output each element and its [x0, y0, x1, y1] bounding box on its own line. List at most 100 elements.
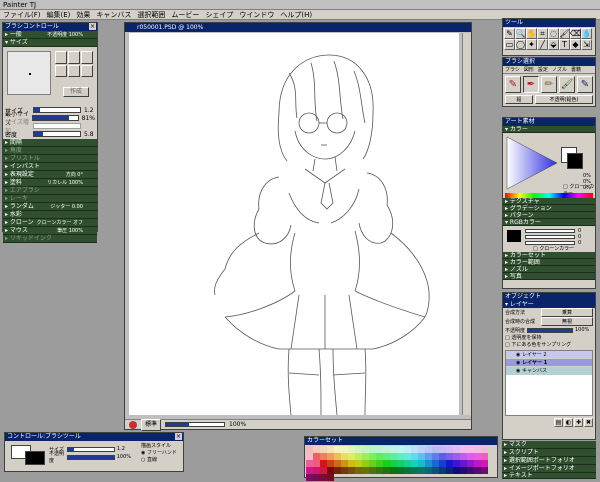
- color-swatch[interactable]: [313, 453, 320, 460]
- color-swatch[interactable]: [341, 460, 348, 467]
- straight-radio[interactable]: ○ 直線: [141, 457, 177, 464]
- layer-item-selected[interactable]: ◉ レイヤー 1: [506, 359, 592, 367]
- color-swatch[interactable]: [467, 446, 474, 453]
- color-swatch[interactable]: [320, 446, 327, 453]
- ctrl-size-slider[interactable]: [67, 446, 115, 452]
- tab-settings[interactable]: 設定: [536, 66, 550, 73]
- color-swatch[interactable]: [467, 460, 474, 467]
- color-swatch[interactable]: [453, 446, 460, 453]
- brush-group[interactable]: ▸ マウス 筆圧 100%: [3, 227, 97, 235]
- color-swatch[interactable]: [313, 460, 320, 467]
- color-swatch[interactable]: [425, 453, 432, 460]
- color-swatch[interactable]: [383, 453, 390, 460]
- color-swatch[interactable]: [348, 453, 355, 460]
- color-swatch[interactable]: [362, 467, 369, 474]
- dab-type-button[interactable]: [55, 64, 67, 77]
- brush-group[interactable]: ▸ 角度: [3, 147, 97, 155]
- color-swatch[interactable]: [425, 467, 432, 474]
- color-swatch[interactable]: [432, 446, 439, 453]
- size-slider[interactable]: [33, 107, 81, 113]
- color-swatch[interactable]: [474, 453, 481, 460]
- view-mode-button[interactable]: 標準: [141, 418, 162, 431]
- section-texture[interactable]: ▸ テクスチャ: [503, 198, 595, 205]
- brush-group[interactable]: ▸ レーキ: [3, 195, 97, 203]
- color-swatch[interactable]: [390, 453, 397, 460]
- color-swatch[interactable]: [362, 460, 369, 467]
- section-color[interactable]: ▾ カラー: [503, 126, 595, 133]
- brush-group[interactable]: ▸ ブリストル: [3, 155, 97, 163]
- dab-type-button[interactable]: [55, 51, 67, 64]
- color-swatch[interactable]: [376, 446, 383, 453]
- composite-depth-select[interactable]: 無視: [541, 317, 593, 326]
- panel-mask[interactable]: ▸ マスク: [502, 441, 596, 449]
- color-swatch[interactable]: [313, 446, 320, 453]
- brush-icon[interactable]: 🖌: [559, 28, 570, 39]
- dab-type-button[interactable]: [68, 64, 80, 77]
- color-swatch[interactable]: [348, 460, 355, 467]
- preserve-transparency-check[interactable]: □ 透明度を保持: [505, 334, 593, 341]
- color-swatch[interactable]: [362, 446, 369, 453]
- layer-item[interactable]: ◉ レイヤー 2: [506, 351, 592, 359]
- brush-category-select[interactable]: 鉛: [505, 95, 533, 104]
- brush-group[interactable]: ▸ 表現設定 方向 0°: [3, 171, 97, 179]
- color-swatch[interactable]: [383, 460, 390, 467]
- dab-type-button[interactable]: [68, 51, 80, 64]
- color-swatch[interactable]: [397, 467, 404, 474]
- color-swatch[interactable]: [411, 460, 418, 467]
- hue-triangle[interactable]: [505, 135, 559, 191]
- color-swatch[interactable]: [334, 460, 341, 467]
- color-swatch[interactable]: [425, 460, 432, 467]
- transform-icon[interactable]: ⇲: [581, 39, 592, 50]
- color-swatch[interactable]: [446, 453, 453, 460]
- magnifier-icon[interactable]: 🔍: [515, 28, 526, 39]
- color-swatch[interactable]: [334, 453, 341, 460]
- layer-opacity-slider[interactable]: [527, 327, 573, 333]
- colorset-title[interactable]: カラーセット: [305, 437, 497, 445]
- color-swatch[interactable]: [397, 460, 404, 467]
- rgb-clone-color-check[interactable]: □ クローンカラー: [533, 245, 574, 252]
- section-rgb[interactable]: ▾ RGBカラー: [503, 219, 595, 226]
- color-swatch[interactable]: [418, 446, 425, 453]
- r-slider[interactable]: [525, 229, 575, 233]
- color-swatch[interactable]: [411, 467, 418, 474]
- color-swatch[interactable]: [467, 467, 474, 474]
- color-swatch[interactable]: [481, 467, 488, 474]
- color-swatch[interactable]: [404, 446, 411, 453]
- tab-nozzle[interactable]: ノズル: [550, 66, 569, 73]
- color-swatch[interactable]: [474, 467, 481, 474]
- color-swatch[interactable]: [411, 446, 418, 453]
- color-swatch[interactable]: [397, 446, 404, 453]
- color-swatch[interactable]: [446, 460, 453, 467]
- color-swatch[interactable]: [460, 467, 467, 474]
- magic-wand-icon[interactable]: ✦: [526, 39, 537, 50]
- density-slider[interactable]: [33, 131, 81, 137]
- min-size-slider[interactable]: [32, 115, 79, 121]
- menu-shapes[interactable]: シェイプ: [202, 10, 236, 19]
- color-swatch[interactable]: [376, 467, 383, 474]
- color-swatch[interactable]: [460, 446, 467, 453]
- panel-selection-portfolio[interactable]: ▸ 選択範囲ポートフォリオ: [502, 457, 596, 465]
- color-swatch[interactable]: [320, 467, 327, 474]
- oval-select-icon[interactable]: ◯: [515, 39, 526, 50]
- section-image[interactable]: ▸ 写真: [503, 273, 595, 280]
- color-swatch[interactable]: [481, 460, 488, 467]
- color-swatch[interactable]: [460, 453, 467, 460]
- color-swatch[interactable]: [390, 446, 397, 453]
- close-icon[interactable]: ×: [89, 23, 96, 30]
- size-step-slider[interactable]: [33, 123, 81, 129]
- brush-group[interactable]: ▸ インパスト: [3, 163, 97, 171]
- color-swatch[interactable]: [369, 460, 376, 467]
- eraser-icon[interactable]: ⌫: [570, 28, 581, 39]
- color-swatch[interactable]: [439, 446, 446, 453]
- dropper-icon[interactable]: 💧: [581, 28, 592, 39]
- drawing-canvas[interactable]: [129, 33, 459, 416]
- document-titlebar[interactable]: r050001.PSD @ 100%: [125, 23, 471, 32]
- section-gradient[interactable]: ▸ グラデーション: [503, 205, 595, 212]
- brush-group[interactable]: ▸ リキッドインク: [3, 235, 97, 243]
- color-swatch[interactable]: [334, 446, 341, 453]
- color-swatch[interactable]: [446, 467, 453, 474]
- color-swatch[interactable]: [355, 467, 362, 474]
- brush-group[interactable]: ▸ ランダム ジッター 0.00: [3, 203, 97, 211]
- brush-group[interactable]: ▸ 塗料 リカレル 100%: [3, 179, 97, 187]
- close-icon[interactable]: ×: [175, 433, 182, 440]
